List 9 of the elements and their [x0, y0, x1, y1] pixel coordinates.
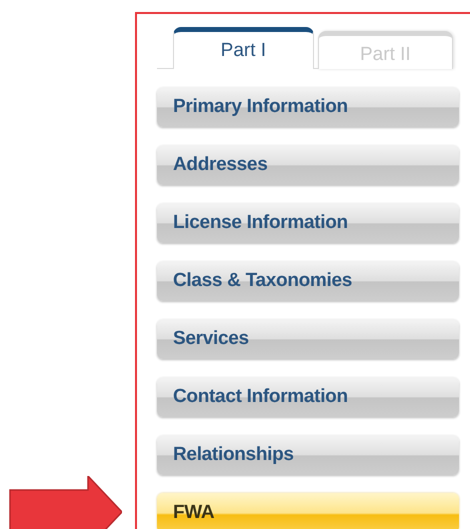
nav-button[interactable]: FWA: [157, 493, 459, 529]
nav-button[interactable]: Relationships: [157, 435, 459, 475]
tab[interactable]: Part I: [173, 27, 314, 69]
nav-button[interactable]: Class & Taxonomies: [157, 261, 459, 301]
nav-button[interactable]: Addresses: [157, 145, 459, 185]
nav-button[interactable]: Contact Information: [157, 377, 459, 417]
nav-button[interactable]: License Information: [157, 203, 459, 243]
nav-button[interactable]: Services: [157, 319, 459, 359]
nav-button[interactable]: Primary Information: [157, 87, 459, 127]
